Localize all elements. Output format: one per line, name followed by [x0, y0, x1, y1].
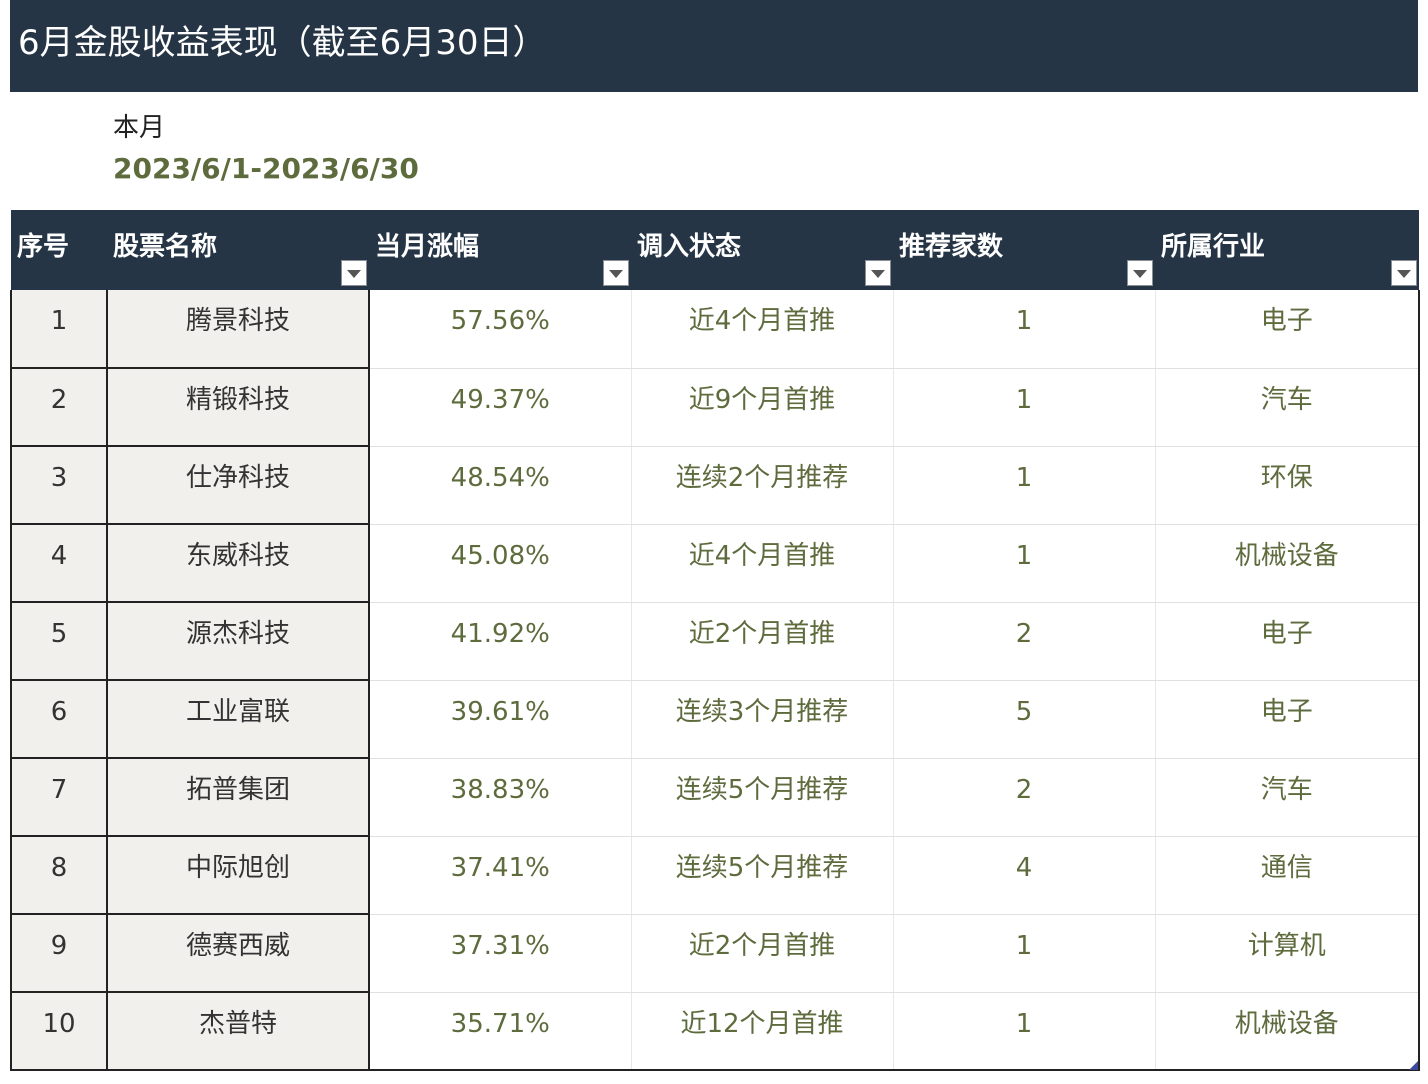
cell-monthly-change[interactable]: 38.83% — [369, 758, 632, 837]
cell-recommend-count[interactable]: 2 — [893, 758, 1156, 837]
cell-monthly-change[interactable]: 35.71% — [369, 992, 632, 1071]
stock-table: 序号 股票名称 当月涨幅 调入状态 推荐家数 所属行业 1 腾景科技 57.56… — [10, 210, 1420, 1071]
cell-stock-name[interactable]: 源杰科技 — [107, 602, 370, 681]
table-row: 1 腾景科技 57.56% 近4个月首推 1 电子 — [10, 290, 1420, 369]
cell-stock-name[interactable]: 拓普集团 — [107, 758, 370, 837]
cell-index[interactable]: 9 — [10, 914, 108, 993]
table-row: 8 中际旭创 37.41% 连续5个月推荐 4 通信 — [10, 836, 1420, 915]
cell-status[interactable]: 近4个月首推 — [631, 290, 894, 369]
cell-monthly-change[interactable]: 48.54% — [369, 446, 632, 525]
table-header-row: 序号 股票名称 当月涨幅 调入状态 推荐家数 所属行业 — [11, 210, 1419, 290]
cell-status[interactable]: 近4个月首推 — [631, 524, 894, 603]
header-stock-name: 股票名称 — [107, 210, 369, 290]
cell-monthly-change[interactable]: 49.37% — [369, 368, 632, 447]
cell-recommend-count[interactable]: 1 — [893, 290, 1156, 369]
cell-recommend-count[interactable]: 1 — [893, 446, 1156, 525]
cell-stock-name[interactable]: 工业富联 — [107, 680, 370, 759]
cell-index[interactable]: 8 — [10, 836, 108, 915]
cell-industry[interactable]: 电子 — [1155, 680, 1420, 759]
table-row: 5 源杰科技 41.92% 近2个月首推 2 电子 — [10, 602, 1420, 681]
table-row: 6 工业富联 39.61% 连续3个月推荐 5 电子 — [10, 680, 1420, 759]
cell-industry[interactable]: 机械设备 — [1155, 992, 1420, 1071]
filter-dropdown-icon[interactable] — [1391, 260, 1417, 286]
cell-monthly-change[interactable]: 45.08% — [369, 524, 632, 603]
cell-recommend-count[interactable]: 4 — [893, 836, 1156, 915]
cell-monthly-change[interactable]: 37.41% — [369, 836, 632, 915]
cell-monthly-change[interactable]: 57.56% — [369, 290, 632, 369]
cell-index[interactable]: 2 — [10, 368, 108, 447]
cell-monthly-change[interactable]: 37.31% — [369, 914, 632, 993]
cell-stock-name[interactable]: 腾景科技 — [107, 290, 370, 369]
cell-index[interactable]: 5 — [10, 602, 108, 681]
header-label: 序号 — [17, 232, 70, 262]
cell-stock-name[interactable]: 精锻科技 — [107, 368, 370, 447]
period-label: 本月 — [113, 113, 166, 143]
cell-index[interactable]: 3 — [10, 446, 108, 525]
cell-stock-name[interactable]: 杰普特 — [107, 992, 370, 1071]
cell-recommend-count[interactable]: 1 — [893, 368, 1156, 447]
period-range: 2023/6/1-2023/6/30 — [113, 152, 419, 185]
cell-monthly-change[interactable]: 39.61% — [369, 680, 632, 759]
cell-index[interactable]: 7 — [10, 758, 108, 837]
page-title: 6月金股收益表现（截至6月30日） — [10, 0, 1418, 92]
cell-stock-name[interactable]: 德赛西威 — [107, 914, 370, 993]
cell-status[interactable]: 近12个月首推 — [631, 992, 894, 1071]
filter-dropdown-icon[interactable] — [865, 260, 891, 286]
filter-dropdown-icon[interactable] — [1127, 260, 1153, 286]
table-row: 10 杰普特 35.71% 近12个月首推 1 机械设备 — [10, 992, 1420, 1071]
cell-status[interactable]: 近2个月首推 — [631, 914, 894, 993]
table-row: 7 拓普集团 38.83% 连续5个月推荐 2 汽车 — [10, 758, 1420, 837]
cell-industry[interactable]: 电子 — [1155, 290, 1420, 369]
cell-index[interactable]: 1 — [10, 290, 108, 369]
cell-status[interactable]: 近9个月首推 — [631, 368, 894, 447]
cell-stock-name[interactable]: 仕净科技 — [107, 446, 370, 525]
header-index: 序号 — [11, 210, 107, 290]
cell-index[interactable]: 10 — [10, 992, 108, 1071]
header-industry: 所属行业 — [1155, 210, 1419, 290]
header-label: 推荐家数 — [899, 232, 1004, 262]
header-monthly-change: 当月涨幅 — [369, 210, 631, 290]
cell-industry[interactable]: 通信 — [1155, 836, 1420, 915]
header-label: 当月涨幅 — [375, 232, 480, 262]
filter-dropdown-icon[interactable] — [603, 260, 629, 286]
cell-recommend-count[interactable]: 2 — [893, 602, 1156, 681]
header-recommend-count: 推荐家数 — [893, 210, 1155, 290]
table-row: 2 精锻科技 49.37% 近9个月首推 1 汽车 — [10, 368, 1420, 447]
cell-industry[interactable]: 环保 — [1155, 446, 1420, 525]
header-label: 所属行业 — [1161, 232, 1266, 262]
cell-stock-name[interactable]: 中际旭创 — [107, 836, 370, 915]
header-status: 调入状态 — [631, 210, 893, 290]
cell-index[interactable]: 6 — [10, 680, 108, 759]
cell-industry[interactable]: 汽车 — [1155, 758, 1420, 837]
cell-recommend-count[interactable]: 1 — [893, 524, 1156, 603]
cell-status[interactable]: 近2个月首推 — [631, 602, 894, 681]
cell-recommend-count[interactable]: 1 — [893, 914, 1156, 993]
cell-industry[interactable]: 汽车 — [1155, 368, 1420, 447]
cell-status[interactable]: 连续2个月推荐 — [631, 446, 894, 525]
cell-index[interactable]: 4 — [10, 524, 108, 603]
cell-industry[interactable]: 电子 — [1155, 602, 1420, 681]
cell-monthly-change[interactable]: 41.92% — [369, 602, 632, 681]
cell-recommend-count[interactable]: 5 — [893, 680, 1156, 759]
table-row: 4 东威科技 45.08% 近4个月首推 1 机械设备 — [10, 524, 1420, 603]
cell-status[interactable]: 连续3个月推荐 — [631, 680, 894, 759]
cell-recommend-count[interactable]: 1 — [893, 992, 1156, 1071]
table-resize-handle[interactable] — [1409, 1061, 1418, 1070]
header-label: 调入状态 — [637, 232, 742, 262]
cell-stock-name[interactable]: 东威科技 — [107, 524, 370, 603]
cell-industry[interactable]: 计算机 — [1155, 914, 1420, 993]
cell-status[interactable]: 连续5个月推荐 — [631, 836, 894, 915]
table-row: 9 德赛西威 37.31% 近2个月首推 1 计算机 — [10, 914, 1420, 993]
header-label: 股票名称 — [113, 232, 218, 262]
filter-dropdown-icon[interactable] — [341, 260, 367, 286]
cell-industry[interactable]: 机械设备 — [1155, 524, 1420, 603]
table-row: 3 仕净科技 48.54% 连续2个月推荐 1 环保 — [10, 446, 1420, 525]
cell-status[interactable]: 连续5个月推荐 — [631, 758, 894, 837]
